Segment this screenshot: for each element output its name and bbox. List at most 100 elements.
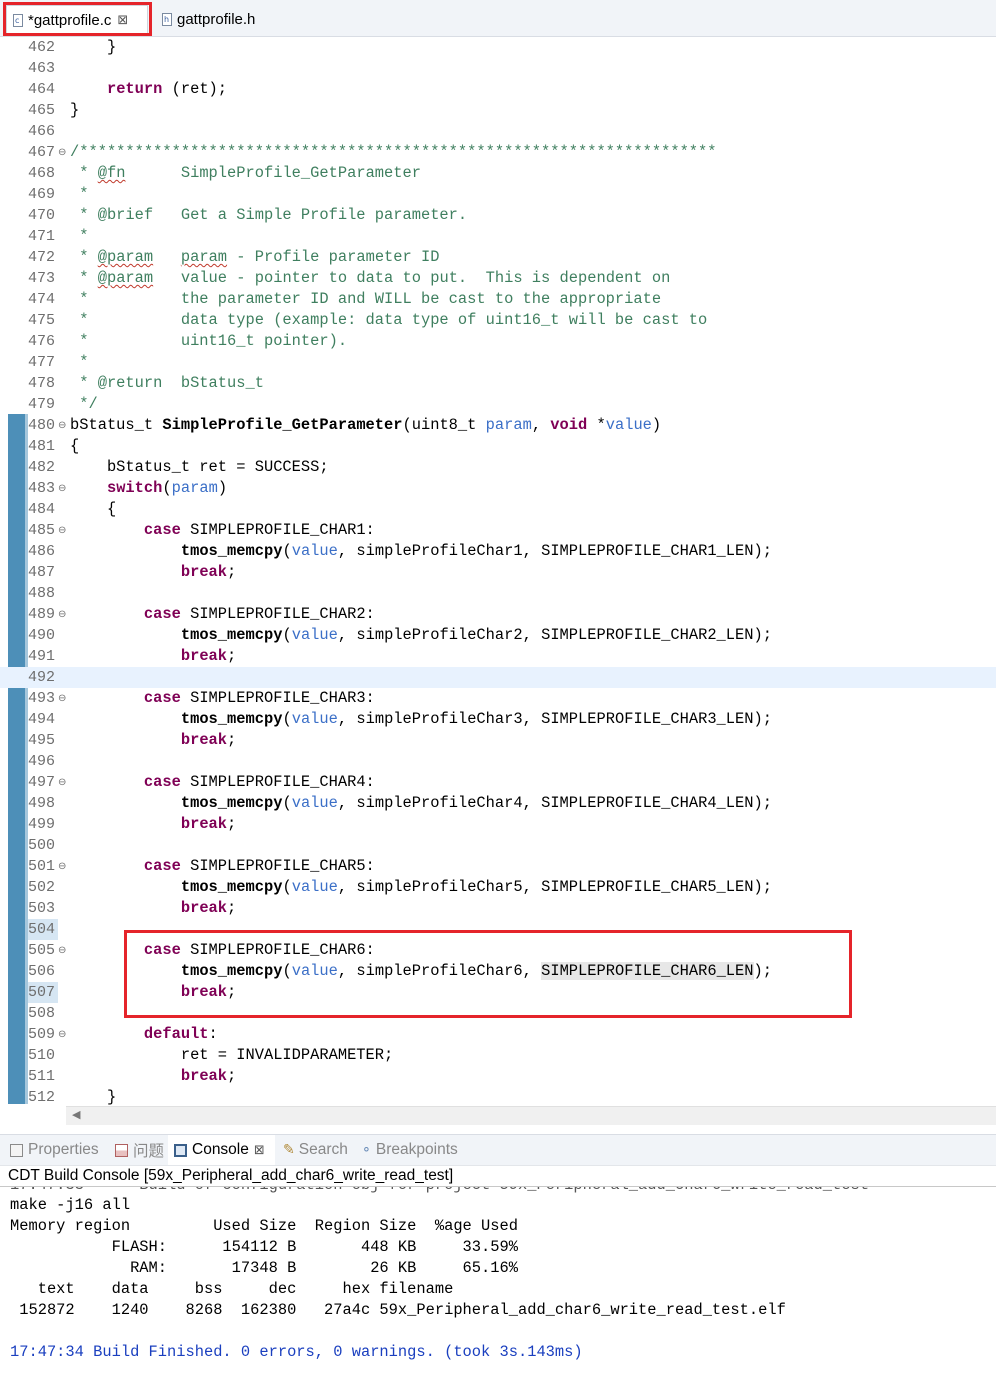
code-line[interactable]: 491 break; <box>0 646 996 667</box>
code-line[interactable]: 463 <box>0 58 996 79</box>
code-text: tmos_memcpy(value, simpleProfileChar3, S… <box>180 710 772 728</box>
line-number: 466 <box>28 123 56 140</box>
code-text: bStatus_t ret = SUCCESS; <box>70 458 329 476</box>
tab-console[interactable]: Console ⊠ <box>168 1135 275 1165</box>
code-line[interactable]: 511 break; <box>0 1066 996 1087</box>
fold-toggle-icon[interactable]: ⊖ <box>58 478 66 499</box>
tab-properties[interactable]: Properties <box>10 1135 99 1165</box>
code-line[interactable]: 467 ⊖/***********************************… <box>0 142 996 163</box>
code-line[interactable]: 482 bStatus_t ret = SUCCESS; <box>0 457 996 478</box>
code-line[interactable]: 484 { <box>0 499 996 520</box>
code-line[interactable]: 504 <box>0 919 996 940</box>
line-number: 488 <box>28 585 56 602</box>
tab-gattprofile-c[interactable]: c *gattprofile.c ⊠ <box>6 5 148 34</box>
code-text: } <box>70 1088 117 1105</box>
code-line[interactable]: 464 return (ret); <box>0 79 996 100</box>
line-number: 483 <box>28 480 56 497</box>
code-line[interactable]: 494 tmos_memcpy(value, simpleProfileChar… <box>0 709 996 730</box>
line-number: 487 <box>28 564 56 581</box>
code-line[interactable]: 474 * the parameter ID and WILL be cast … <box>0 289 996 310</box>
code-text: break; <box>180 899 237 917</box>
line-number: 476 <box>28 333 56 350</box>
tab-problems[interactable]: 问题 <box>115 1135 164 1165</box>
code-line[interactable]: 489 ⊖ case SIMPLEPROFILE_CHAR2: <box>0 604 996 625</box>
code-line[interactable]: 499 break; <box>0 814 996 835</box>
code-line[interactable]: 487 break; <box>0 562 996 583</box>
code-line[interactable]: 477 * <box>0 352 996 373</box>
code-text: return (ret); <box>106 80 228 98</box>
code-line[interactable]: 470 * @brief Get a Simple Profile parame… <box>0 205 996 226</box>
code-line[interactable]: 505 ⊖ case SIMPLEPROFILE_CHAR6: <box>0 940 996 961</box>
code-line[interactable]: 481 { <box>0 436 996 457</box>
fold-toggle-icon[interactable]: ⊖ <box>58 856 66 877</box>
code-line[interactable]: 478 * @return bStatus_t <box>0 373 996 394</box>
code-line[interactable]: 475 * data type (example: data type of u… <box>0 310 996 331</box>
line-number: 463 <box>28 60 56 77</box>
code-line[interactable]: 508 <box>0 1003 996 1024</box>
code-text: break; <box>180 815 237 833</box>
fold-toggle-icon[interactable]: ⊖ <box>58 1024 66 1045</box>
fold-toggle-icon[interactable]: ⊖ <box>58 415 66 436</box>
fold-toggle-icon[interactable]: ⊖ <box>58 142 66 163</box>
line-number: 462 <box>28 39 56 56</box>
code-line[interactable]: 493 ⊖ case SIMPLEPROFILE_CHAR3: <box>0 688 996 709</box>
code-text: tmos_memcpy(value, simpleProfileChar2, S… <box>180 626 772 644</box>
code-line[interactable]: 476 * uint16_t pointer). <box>0 331 996 352</box>
code-line[interactable]: 495 break; <box>0 730 996 751</box>
code-line[interactable]: 507 break; <box>0 982 996 1003</box>
code-line[interactable]: 490 tmos_memcpy(value, simpleProfileChar… <box>0 625 996 646</box>
code-text: } <box>70 101 80 119</box>
scroll-left-icon[interactable]: ◀ <box>72 1108 80 1121</box>
fold-toggle-icon[interactable]: ⊖ <box>58 520 66 541</box>
code-line[interactable]: 480 ⊖ bStatus_t SimpleProfile_GetParameter… <box>0 415 996 436</box>
code-line[interactable]: 502 tmos_memcpy(value, simpleProfileChar… <box>0 877 996 898</box>
line-number: 506 <box>28 963 56 980</box>
code-line[interactable]: 496 <box>0 751 996 772</box>
code-line[interactable]: 488 <box>0 583 996 604</box>
code-line[interactable]: 471 * <box>0 226 996 247</box>
code-line[interactable]: 469 * <box>0 184 996 205</box>
fold-toggle-icon[interactable]: ⊖ <box>58 604 66 625</box>
line-number: 494 <box>28 711 56 728</box>
code-line[interactable]: 483 ⊖ switch(param) <box>0 478 996 499</box>
code-line[interactable]: 466 <box>0 121 996 142</box>
fold-toggle-icon[interactable]: ⊖ <box>58 940 66 961</box>
code-line[interactable]: 512 } <box>0 1087 996 1105</box>
code-line[interactable]: 509 ⊖ default: <box>0 1024 996 1045</box>
line-number: 507 <box>28 984 56 1001</box>
code-line[interactable]: 498 tmos_memcpy(value, simpleProfileChar… <box>0 793 996 814</box>
close-icon[interactable]: ⊠ <box>254 1143 265 1158</box>
code-line[interactable]: 473 * @param value - pointer to data to … <box>0 268 996 289</box>
code-line[interactable]: 468 * @fn SimpleProfile_GetParameter <box>0 163 996 184</box>
tab-search[interactable]: ✎ Search <box>283 1135 348 1165</box>
code-line[interactable]: 506 tmos_memcpy(value, simpleProfileChar… <box>0 961 996 982</box>
code-line[interactable]: 500 <box>0 835 996 856</box>
code-text: * @return bStatus_t <box>70 374 264 392</box>
code-line[interactable]: 492 <box>0 667 996 688</box>
tab-breakpoints[interactable]: ⚬ Breakpoints <box>361 1135 458 1165</box>
fold-toggle-icon[interactable]: ⊖ <box>58 688 66 709</box>
code-line[interactable]: 486 tmos_memcpy(value, simpleProfileChar… <box>0 541 996 562</box>
tab-label: *gattprofile.c <box>28 11 112 29</box>
code-text: switch(param) <box>106 479 228 497</box>
code-text: * @brief Get a Simple Profile parameter. <box>70 206 468 224</box>
tab-gattprofile-h[interactable]: h gattprofile.h <box>156 5 296 33</box>
horizontal-scrollbar[interactable]: ◀ <box>66 1106 996 1125</box>
line-number: 475 <box>28 312 56 329</box>
fold-toggle-icon[interactable]: ⊖ <box>58 772 66 793</box>
code-line[interactable]: 510 ret = INVALIDPARAMETER; <box>0 1045 996 1066</box>
close-icon[interactable]: ⊠ <box>117 13 128 28</box>
console-output[interactable]: 17:47:33 **** Build of configuration obj… <box>0 1187 996 1386</box>
code-line[interactable]: 465} <box>0 100 996 121</box>
code-editor[interactable]: 462 } 463 464 return (ret); 465} 466 467 ⊖/***… <box>0 37 996 1105</box>
code-line[interactable]: 472 * @param param - Profile parameter I… <box>0 247 996 268</box>
tab-label: 问题 <box>133 1143 165 1160</box>
code-line[interactable]: 479 */ <box>0 394 996 415</box>
panel-separator <box>0 1126 996 1134</box>
code-line[interactable]: 503 break; <box>0 898 996 919</box>
code-line[interactable]: 462 } <box>0 37 996 58</box>
code-line[interactable]: 497 ⊖ case SIMPLEPROFILE_CHAR4: <box>0 772 996 793</box>
code-text: bStatus_t SimpleProfile_GetParameter(uin… <box>70 416 662 434</box>
code-line[interactable]: 485 ⊖ case SIMPLEPROFILE_CHAR1: <box>0 520 996 541</box>
code-line[interactable]: 501 ⊖ case SIMPLEPROFILE_CHAR5: <box>0 856 996 877</box>
